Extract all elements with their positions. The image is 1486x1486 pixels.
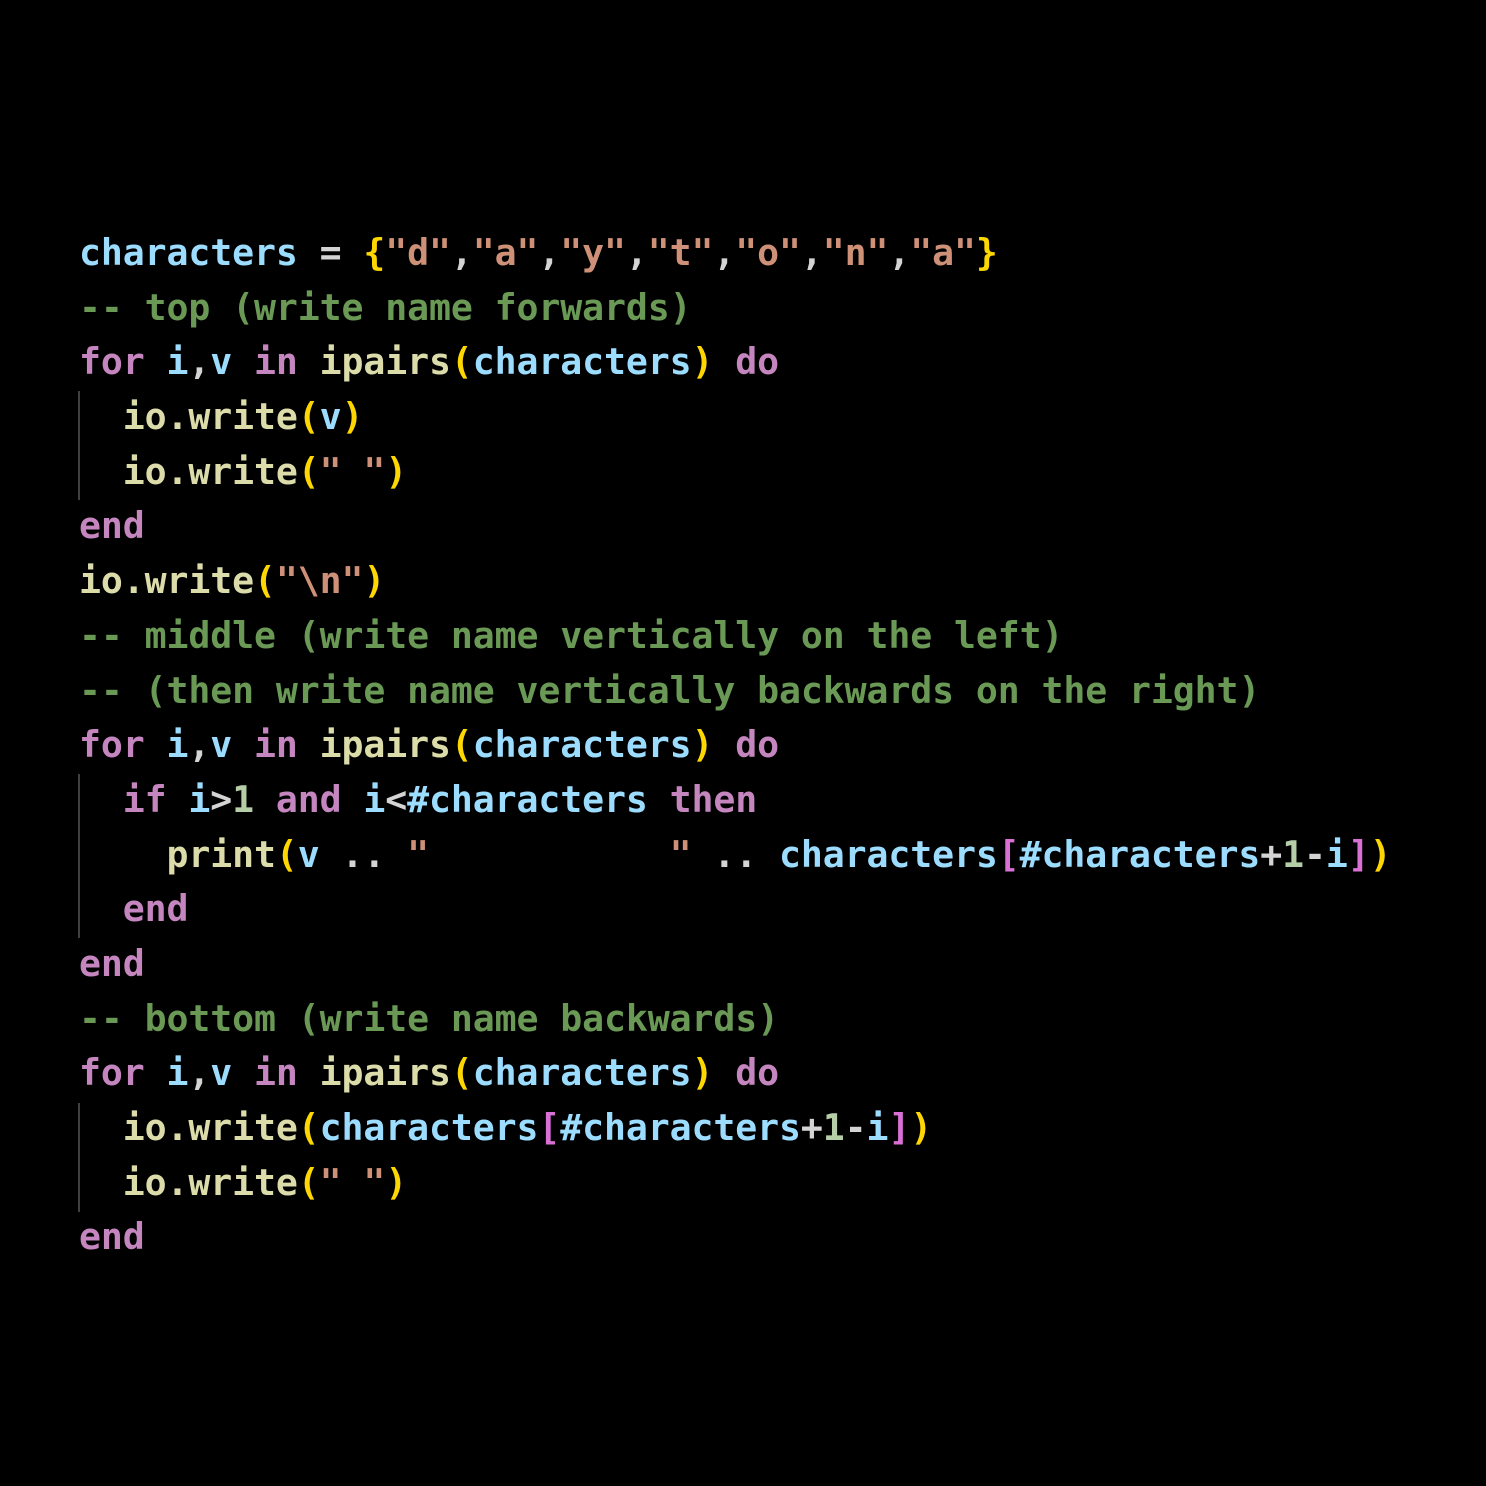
code-line: for i,v in ipairs(characters) do [79, 1051, 779, 1095]
code-line: -- middle (write name vertically on the … [79, 613, 1064, 657]
code-line: io.write(" ") [122, 449, 408, 493]
code-line: -- bottom (write name backwards) [79, 996, 779, 1040]
code-line: for i,v in ipairs(characters) do [79, 340, 779, 384]
code-editor[interactable]: characters = {"d","a","y","t","o","n","a… [0, 0, 1486, 1486]
code-line: io.write("\n") [79, 559, 386, 603]
code-line: end [79, 504, 145, 548]
code-line: print(v .. " " .. characters[#characters… [166, 832, 1392, 876]
code-line: -- (then write name vertically backwards… [79, 668, 1261, 712]
code-line: -- top (write name forwards) [79, 285, 692, 329]
code-line: io.write(" ") [122, 1160, 408, 1204]
code-block[interactable]: characters = {"d","a","y","t","o","n","a… [79, 226, 1392, 1265]
code-line: characters = {"d","a","y","t","o","n","a… [79, 231, 998, 274]
code-line: for i,v in ipairs(characters) do [79, 723, 779, 767]
code-line: if i>1 and i<#characters then [122, 777, 758, 821]
code-line: end [79, 1215, 145, 1259]
code-line: end [79, 941, 145, 985]
code-line: end [122, 887, 189, 931]
code-line: io.write(v) [122, 395, 364, 439]
code-line: io.write(characters[#characters+1-i]) [122, 1106, 933, 1149]
